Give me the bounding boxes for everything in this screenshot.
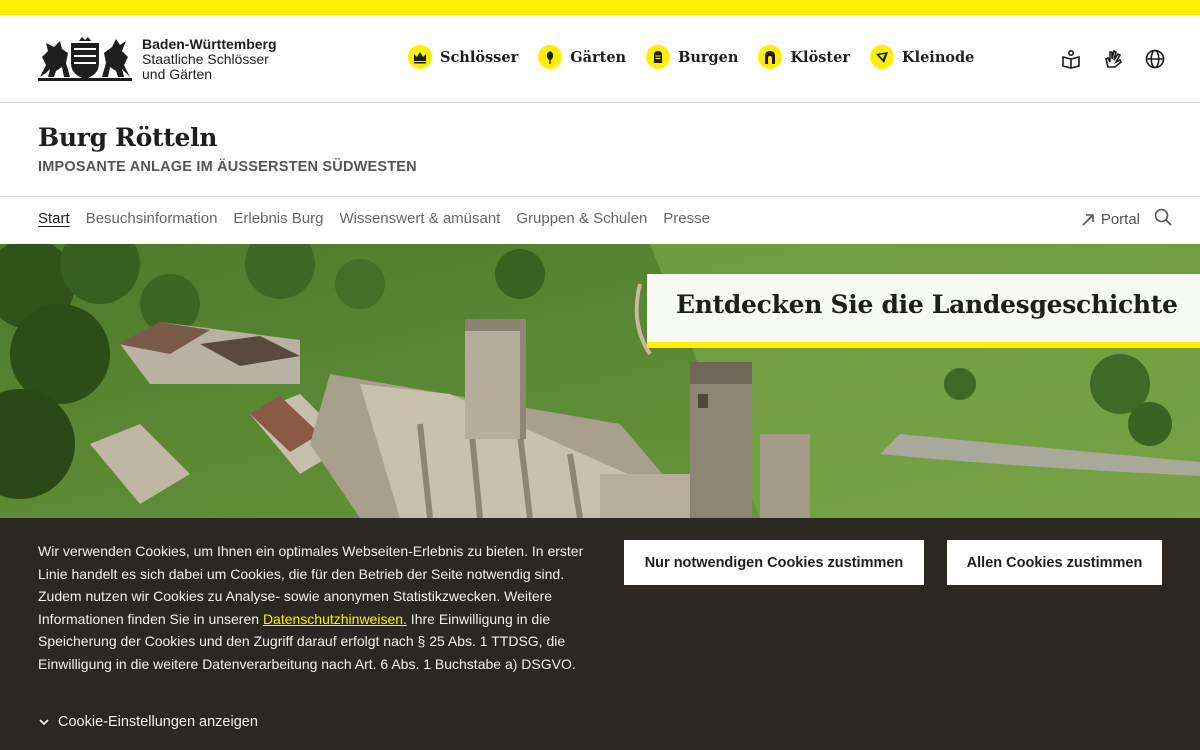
subnav-item-presse[interactable]: Presse — [663, 210, 710, 227]
main-nav-kloester[interactable]: Klöster — [758, 45, 850, 69]
subnav-item-gruppen-schulen[interactable]: Gruppen & Schulen — [516, 210, 647, 227]
hero-heading: Entdecken Sie die Landesgeschichte — [676, 290, 1178, 319]
main-nav-kleinode[interactable]: Kleinode — [869, 45, 975, 69]
hero-heading-box: Entdecken Sie die Landesgeschichte — [647, 274, 1200, 348]
brand-line-3: und Gärten — [142, 66, 213, 82]
globe-icon[interactable] — [1144, 48, 1166, 70]
main-nav-label: Kleinode — [901, 48, 975, 66]
page-title: Burg Rötteln — [38, 123, 218, 152]
subnav-item-start[interactable]: Start — [38, 210, 70, 227]
brand-line-1: Baden-Württemberg — [142, 36, 277, 52]
subnav-item-erlebnis-burg[interactable]: Erlebnis Burg — [233, 210, 323, 227]
main-nav-label: Schlösser — [440, 48, 519, 66]
knight-helmet-icon — [646, 45, 671, 69]
subnav-item-besuchsinformation[interactable]: Besuchsinformation — [86, 210, 218, 227]
site-header: Baden-Württemberg Staatliche Schlösser u… — [0, 15, 1200, 103]
sign-language-icon[interactable] — [1102, 48, 1124, 70]
main-nav-burgen[interactable]: Burgen — [646, 45, 738, 69]
cookie-banner: Wir verwenden Cookies, um Ihnen ein opti… — [0, 518, 1200, 750]
utility-nav — [1060, 48, 1166, 70]
main-nav-schloesser[interactable]: Schlösser — [408, 45, 518, 69]
sub-nav: Start Besuchsinformation Erlebnis Burg W… — [0, 197, 1200, 244]
hero-banner: Entdecken Sie die Landesgeschichte — [0, 244, 1200, 518]
cookie-settings-toggle[interactable]: Cookie-Einstellungen anzeigen — [38, 714, 258, 730]
arrow-up-right-icon — [1082, 213, 1094, 226]
main-nav: Schlösser Gärten Burgen Klöster Kleinode — [408, 45, 974, 69]
portal-link[interactable]: Portal — [1081, 211, 1140, 228]
main-nav-label: Burgen — [678, 48, 739, 66]
subnav-item-wissenswert[interactable]: Wissenswert & amüsant — [339, 210, 500, 227]
jewel-icon — [869, 45, 894, 69]
coat-of-arms-icon — [38, 37, 132, 81]
chevron-down-icon — [39, 719, 49, 726]
page-title-area: Burg Rötteln IMPOSANTE ANLAGE IM ÄUSSERS… — [0, 103, 1200, 197]
portal-label: Portal — [1100, 211, 1140, 228]
search-icon[interactable] — [1154, 208, 1172, 231]
main-nav-label: Klöster — [790, 48, 850, 66]
accept-all-cookies-button[interactable]: Allen Cookies zustimmen — [947, 540, 1162, 585]
privacy-link[interactable]: Datenschutzhinweisen. — [263, 611, 407, 627]
brand-line-2: Staatliche Schlösser — [142, 51, 269, 67]
accept-necessary-cookies-button[interactable]: Nur notwendigen Cookies zustimmen — [624, 540, 924, 585]
crown-icon — [408, 45, 432, 69]
main-nav-gaerten[interactable]: Gärten — [538, 45, 626, 69]
top-accent-bar — [0, 0, 1200, 15]
main-nav-label: Gärten — [570, 48, 627, 66]
church-window-icon — [758, 45, 783, 69]
flower-icon — [538, 45, 563, 69]
page-subtitle: IMPOSANTE ANLAGE IM ÄUSSERSTEN SÜDWESTEN — [38, 159, 417, 175]
site-logo[interactable]: Baden-Württemberg Staatliche Schlösser u… — [38, 37, 277, 82]
cookie-settings-label: Cookie-Einstellungen anzeigen — [58, 714, 258, 730]
easy-language-icon[interactable] — [1060, 48, 1082, 70]
cookie-text: Wir verwenden Cookies, um Ihnen ein opti… — [38, 540, 598, 676]
